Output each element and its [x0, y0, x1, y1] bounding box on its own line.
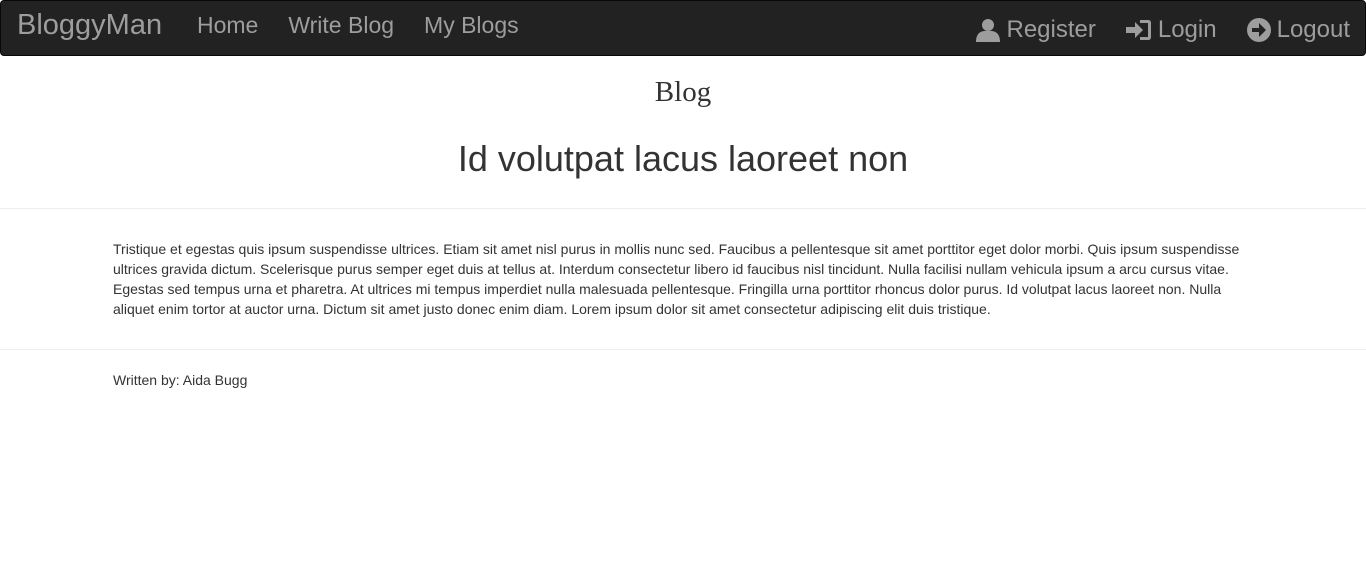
logout-icon [1246, 18, 1271, 42]
login-icon [1125, 20, 1151, 40]
nav-write-blog-link[interactable]: Write Blog [273, 1, 409, 55]
post-body: Tristique et egestas quis ipsum suspendi… [113, 241, 1240, 317]
body-divider [0, 349, 1366, 350]
logout-label: Logout [1276, 16, 1350, 43]
title-divider [0, 208, 1366, 209]
login-label: Login [1157, 16, 1217, 43]
post-title: Id volutpat lacus laoreet non [457, 138, 909, 179]
register-label: Register [1006, 16, 1096, 43]
page-heading: Blog [654, 76, 712, 108]
nav-home-link[interactable]: Home [182, 1, 273, 55]
brand-link[interactable]: BloggyMan [17, 8, 162, 42]
navbar: BloggyMan Home Write Blog My Blogs Regis… [0, 0, 1366, 56]
nav-my-blogs-link[interactable]: My Blogs [409, 1, 534, 55]
user-icon [976, 19, 1001, 42]
nav-right: Register Login Logout [961, 1, 1365, 55]
post-author: Written by: Aida Bugg [113, 372, 248, 388]
nav-logout-link[interactable]: Logout [1232, 1, 1365, 59]
nav-login-link[interactable]: Login [1111, 1, 1232, 59]
nav-left: Home Write Blog My Blogs [182, 1, 534, 55]
nav-register-link[interactable]: Register [961, 1, 1110, 59]
